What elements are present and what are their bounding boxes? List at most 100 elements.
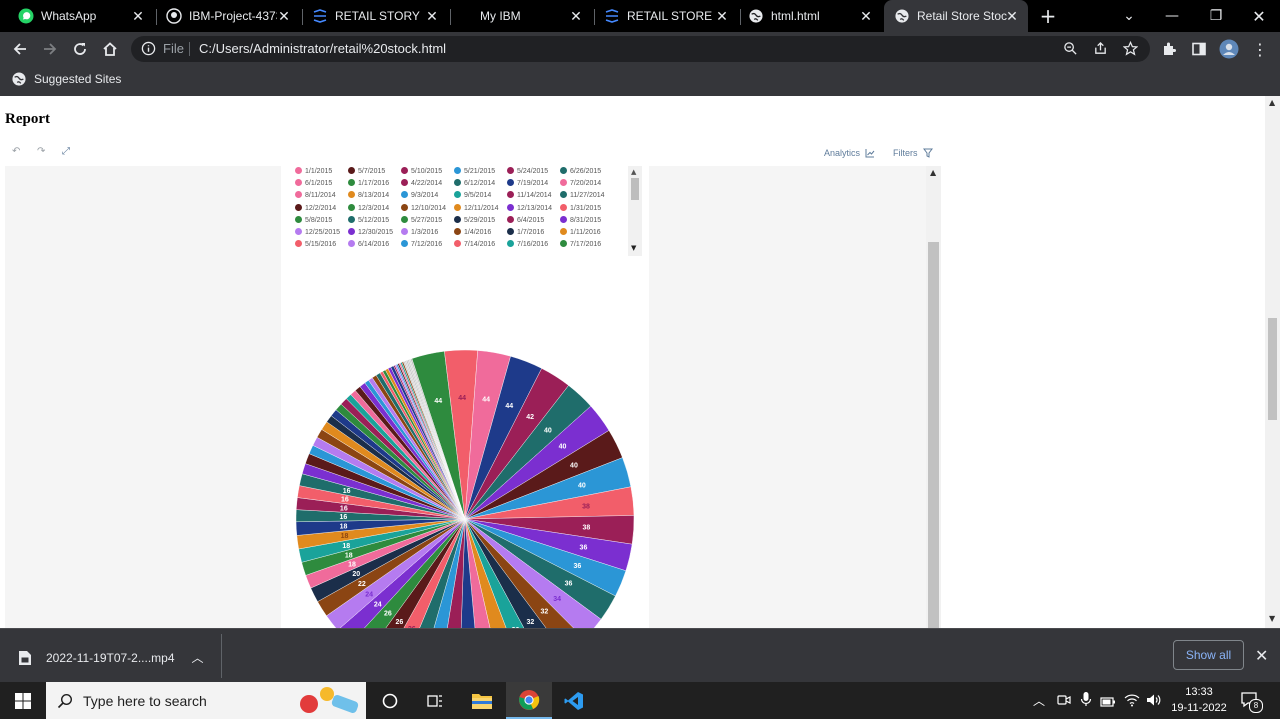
legend-item[interactable]: 5/8/2015 — [295, 215, 332, 224]
legend-item[interactable]: 8/11/2014 — [295, 191, 336, 199]
battery-icon[interactable] — [1100, 693, 1116, 712]
legend-item[interactable]: 1/4/2016 — [454, 228, 491, 236]
download-item[interactable]: 2022-11-19T07-2....mp4 ︿ — [18, 649, 204, 666]
legend-item[interactable]: 9/5/2014 — [454, 191, 491, 199]
menu-kebab-icon[interactable]: ⋮ — [1248, 37, 1272, 61]
legend-item[interactable]: 5/21/2015 — [454, 167, 495, 175]
zoom-icon[interactable] — [1063, 41, 1078, 60]
system-clock[interactable]: 13:33 19-11-2022 — [1166, 684, 1232, 716]
close-tab-icon[interactable]: ✕ — [424, 8, 440, 24]
legend-item[interactable]: 5/24/2015 — [507, 167, 548, 175]
visualization-scroll-thumb[interactable] — [928, 242, 939, 628]
legend-item[interactable]: 12/10/2014 — [401, 203, 446, 212]
legend-item[interactable]: 9/3/2014 — [401, 191, 438, 199]
taskbar-search-box[interactable]: Type here to search — [46, 682, 366, 719]
close-tab-icon[interactable]: ✕ — [130, 8, 146, 24]
legend-item[interactable]: 6/26/2015 — [560, 167, 601, 175]
legend-scrollbar[interactable]: ▲ ▼ — [628, 166, 642, 256]
close-tab-icon[interactable]: ✕ — [714, 8, 730, 24]
legend-item[interactable]: 1/11/2016 — [560, 228, 601, 236]
windows-start-icon[interactable] — [0, 682, 46, 719]
tab-retail-store-report[interactable]: RETAIL STORE RE ✕ — [596, 0, 738, 32]
legend-item[interactable]: 1/31/2015 — [560, 203, 601, 212]
extensions-icon[interactable] — [1157, 37, 1181, 61]
info-icon[interactable] — [141, 41, 156, 60]
share-icon[interactable] — [1093, 41, 1108, 60]
legend-item[interactable]: 5/27/2015 — [401, 215, 442, 224]
chevron-up-icon[interactable]: ︿ — [192, 649, 204, 666]
microphone-icon[interactable] — [1080, 691, 1092, 711]
restore-button[interactable]: ❐ — [1194, 0, 1238, 32]
volume-icon[interactable] — [1146, 692, 1162, 711]
legend-item[interactable]: 12/25/2015 — [295, 228, 340, 236]
legend-item[interactable]: 6/14/2016 — [348, 240, 389, 248]
bookmark-suggested-sites[interactable]: Suggested Sites — [12, 72, 121, 86]
legend-item[interactable]: 5/10/2015 — [401, 167, 442, 175]
close-download-bar-icon[interactable]: ✕ — [1255, 646, 1268, 665]
page-scrollbar[interactable]: ▲ ▼ — [1265, 96, 1280, 628]
legend-item[interactable]: 6/4/2015 — [507, 215, 544, 224]
url-text[interactable]: C:/Users/Administrator/retail%20stock.ht… — [199, 41, 446, 56]
close-tab-icon[interactable]: ✕ — [568, 8, 584, 24]
notification-center-icon[interactable]: 8 — [1240, 690, 1263, 714]
legend-item[interactable]: 8/13/2014 — [348, 191, 389, 199]
legend-item[interactable]: 7/14/2016 — [454, 240, 495, 248]
legend-item[interactable]: 1/17/2016 — [348, 179, 389, 187]
legend-item[interactable]: 6/1/2015 — [295, 179, 332, 187]
tab-search-chevron-icon[interactable]: ⌄ — [1107, 0, 1151, 32]
vscode-taskbar-icon[interactable] — [551, 682, 597, 719]
legend-item[interactable]: 8/31/2015 — [560, 215, 601, 224]
legend-scroll-thumb[interactable] — [631, 178, 639, 200]
legend-item[interactable]: 7/17/2016 — [560, 240, 601, 248]
address-bar[interactable]: File C:/Users/Administrator/retail%20sto… — [131, 36, 1150, 62]
legend-item[interactable]: 12/11/2014 — [454, 203, 499, 212]
chrome-taskbar-icon[interactable] — [506, 682, 552, 719]
undo-icon[interactable]: ↶ — [12, 146, 20, 157]
side-panel-icon[interactable] — [1187, 37, 1211, 61]
analytics-button[interactable]: Analytics — [824, 148, 875, 158]
legend-item[interactable]: 6/12/2014 — [454, 179, 495, 187]
legend-item[interactable]: 4/22/2014 — [401, 179, 442, 187]
legend-item[interactable]: 7/20/2014 — [560, 179, 601, 187]
legend-item[interactable]: 1/3/2016 — [401, 228, 438, 236]
back-button[interactable] — [8, 37, 32, 61]
legend-item[interactable]: 5/7/2015 — [348, 167, 385, 175]
legend-item[interactable]: 7/12/2016 — [401, 240, 442, 248]
page-scroll-thumb[interactable] — [1268, 318, 1277, 420]
minimize-button[interactable]: — — [1150, 0, 1194, 32]
legend-item[interactable]: 7/19/2014 — [507, 179, 548, 187]
task-view-cortana-icon[interactable] — [367, 682, 413, 719]
bookmark-star-icon[interactable] — [1122, 40, 1139, 60]
legend-item[interactable]: 11/14/2014 — [507, 191, 552, 199]
tab-github[interactable]: IBM-Project-4373 ✕ — [158, 0, 300, 32]
reload-button[interactable] — [68, 37, 92, 61]
close-window-button[interactable]: ✕ — [1237, 0, 1280, 32]
legend-item[interactable]: 1/7/2016 — [507, 228, 544, 236]
tab-retail-story[interactable]: RETAIL STORY ✕ — [304, 0, 448, 32]
wifi-icon[interactable] — [1124, 692, 1140, 711]
visualization-scrollbar[interactable]: ▲ — [926, 166, 941, 628]
tab-html-html[interactable]: html.html ✕ — [742, 0, 882, 32]
legend-item[interactable]: 5/12/2015 — [348, 215, 389, 224]
tab-whatsapp[interactable]: WhatsApp ✕ — [8, 0, 154, 32]
legend-item[interactable]: 5/15/2016 — [295, 240, 336, 248]
meet-now-icon[interactable] — [1057, 692, 1071, 711]
legend-item[interactable]: 1/1/2015 — [295, 167, 332, 175]
new-tab-button[interactable]: + — [1026, 0, 1070, 32]
expand-icon[interactable]: ⤢ — [62, 146, 70, 157]
legend-item[interactable]: 11/27/2014 — [560, 191, 605, 199]
legend-item[interactable]: 5/29/2015 — [454, 215, 495, 224]
legend-item[interactable]: 12/2/2014 — [295, 203, 336, 212]
home-button[interactable] — [98, 37, 122, 61]
tab-my-ibm[interactable]: My IBM ✕ — [452, 0, 592, 32]
legend-item[interactable]: 12/13/2014 — [507, 203, 552, 212]
close-tab-icon[interactable]: ✕ — [276, 8, 292, 24]
filters-button[interactable]: Filters — [893, 148, 933, 158]
show-all-button[interactable]: Show all — [1173, 640, 1244, 670]
redo-icon[interactable]: ↷ — [37, 146, 45, 157]
tab-retail-store-stock[interactable]: Retail Store Stock ✕ — [884, 0, 1028, 32]
forward-button[interactable] — [38, 37, 62, 61]
legend-item[interactable]: 12/3/2014 — [348, 203, 389, 212]
profile-avatar[interactable] — [1217, 37, 1241, 61]
chevron-up-icon[interactable]: ︿ — [1033, 692, 1045, 709]
